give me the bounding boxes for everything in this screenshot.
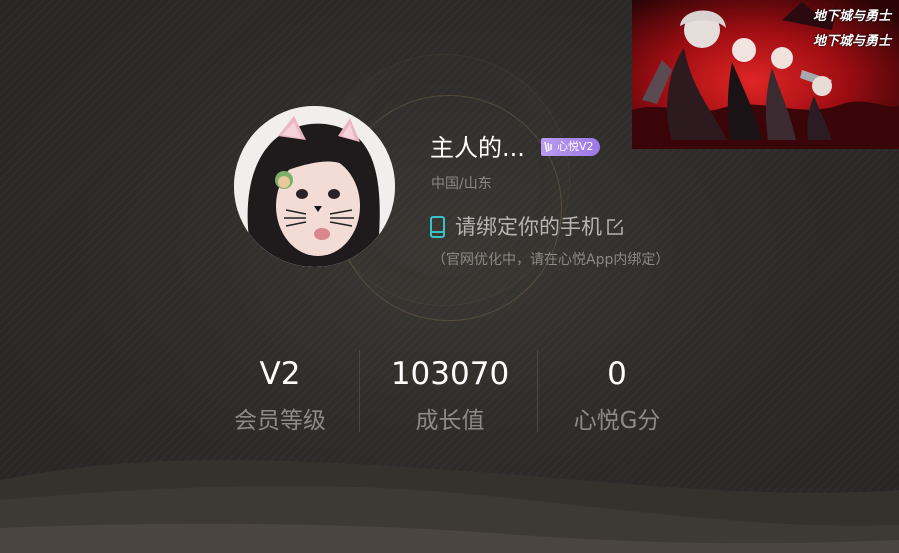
stat-label: 成长值: [415, 408, 485, 434]
stat-value: 103070: [390, 356, 510, 392]
edit-icon[interactable]: [605, 217, 625, 237]
stat-member-level: V2 会员等级: [190, 352, 370, 436]
username: 主人的...: [430, 134, 525, 162]
stat-label: 会员等级: [234, 408, 326, 434]
game-logo-text: 地下城与勇士: [812, 9, 891, 24]
stat-value: 0: [607, 356, 627, 392]
wing-icon: [544, 141, 552, 153]
profile-panel: 主人的... 心悦V2 中国/山东 请绑定你的手机 （官网优化中，请在心悦App…: [0, 0, 899, 553]
vip-level-badge: 心悦V2: [541, 138, 600, 156]
avatar[interactable]: [234, 106, 395, 267]
stat-growth-value: 103070 成长值: [360, 352, 540, 436]
bind-phone-label[interactable]: 请绑定你的手机: [455, 212, 602, 242]
bind-phone-link[interactable]: 请绑定你的手机: [430, 212, 625, 242]
location-text: 中国/山东: [431, 176, 492, 192]
game-logo-text: 地下城与勇士: [812, 34, 891, 49]
stat-value: V2: [259, 356, 301, 392]
phone-icon: [430, 216, 445, 238]
decorative-waves: [0, 460, 899, 553]
phone-bind-note: （官网优化中，请在心悦App内绑定）: [432, 252, 670, 268]
game-ad-banner[interactable]: 地下城与勇士 地下城与勇士: [632, 0, 899, 149]
vip-badge-label: 心悦V2: [557, 140, 594, 153]
stat-g-points: 0 心悦G分: [527, 352, 707, 436]
stat-label: 心悦G分: [573, 408, 661, 434]
avatar-photo-icon: [234, 106, 395, 267]
